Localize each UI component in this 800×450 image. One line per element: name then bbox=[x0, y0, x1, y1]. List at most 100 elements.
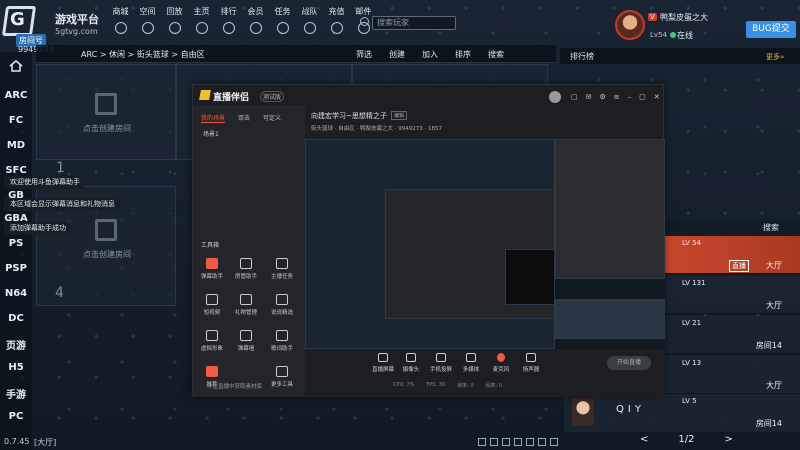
user-level: Lv54 bbox=[650, 31, 667, 39]
scene-item[interactable]: 场景1 bbox=[203, 129, 219, 138]
tool-room-admin[interactable]: 房管助手 bbox=[231, 258, 261, 280]
room-card[interactable]: 点击创建房间 bbox=[36, 64, 176, 160]
sidebar-item-pc[interactable]: PC bbox=[0, 411, 32, 422]
nav-space[interactable]: 空间 bbox=[134, 6, 161, 34]
player-level: LV 54 bbox=[682, 239, 702, 247]
recharge-icon bbox=[330, 22, 343, 34]
list-icon[interactable] bbox=[550, 438, 558, 446]
nav-vip[interactable]: 会员 bbox=[242, 6, 269, 34]
tool-avatar[interactable]: 虚拟形象 bbox=[197, 330, 227, 352]
join-button[interactable]: 加入 bbox=[422, 49, 438, 60]
nav-shop[interactable]: 商城 bbox=[107, 6, 134, 34]
space-icon bbox=[141, 22, 154, 34]
player-location: 大厅 bbox=[766, 381, 782, 390]
status-select[interactable]: 在线 bbox=[677, 30, 693, 41]
sort-button[interactable]: 排序 bbox=[455, 49, 471, 60]
stream-left-panel: 我的场景 双击 可定义 场景1 工具箱 弹幕助手 房管助手 主播任务 短视频 礼… bbox=[193, 105, 305, 397]
start-live-button[interactable]: 开始直播 bbox=[607, 356, 651, 370]
nav-team[interactable]: 战队 bbox=[296, 6, 323, 34]
home-icon[interactable] bbox=[9, 60, 23, 72]
player-row[interactable]: LV 131 大厅 bbox=[664, 276, 800, 314]
search-icon[interactable] bbox=[360, 17, 369, 26]
phone-icon bbox=[436, 353, 446, 362]
tool-gift[interactable]: 礼物管理 bbox=[231, 294, 261, 316]
breadcrumb: ARC > 休闲 > 街头篮球 > 自由区 bbox=[81, 50, 205, 59]
tab-my-scenes[interactable]: 我的场景 bbox=[201, 113, 226, 123]
next-page-button[interactable]: > bbox=[724, 434, 732, 445]
sidebar-item-sfc[interactable]: SFC bbox=[0, 165, 32, 176]
emoji-icon[interactable] bbox=[478, 438, 486, 446]
filter-button[interactable]: 筛选 bbox=[356, 49, 372, 60]
toolbox-title: 工具箱 bbox=[201, 242, 220, 249]
sidebar-item-dc[interactable]: DC bbox=[0, 313, 32, 324]
rank-icon bbox=[222, 22, 235, 34]
expand-icon[interactable] bbox=[538, 438, 546, 446]
close-icon[interactable]: ✕ bbox=[654, 93, 660, 101]
player-row[interactable]: LV 21 房间14 bbox=[664, 316, 800, 354]
message-icon[interactable]: ✉ bbox=[586, 93, 592, 101]
tool-lyrics[interactable]: 歌词助手 bbox=[267, 330, 297, 352]
maximize-icon[interactable]: ▢ bbox=[639, 93, 646, 101]
task-icon bbox=[276, 22, 289, 34]
nav-rank[interactable]: 排行 bbox=[215, 6, 242, 34]
admin-icon bbox=[240, 258, 252, 269]
sidebar-item-arc[interactable]: ARC bbox=[0, 90, 32, 101]
sidebar-item-webgame[interactable]: 页游 bbox=[0, 337, 32, 352]
player-row[interactable]: LV 13 大厅 bbox=[664, 356, 800, 394]
settings-icon[interactable] bbox=[514, 438, 522, 446]
settings-icon[interactable]: ⚙ bbox=[600, 93, 606, 101]
stream-preview[interactable] bbox=[305, 139, 665, 349]
sidebar-item-ps[interactable]: PS bbox=[0, 238, 32, 249]
stream-logo-icon bbox=[199, 90, 211, 100]
search-button[interactable]: 搜索 bbox=[488, 49, 504, 60]
tool-host-task[interactable]: 主播任务 bbox=[267, 258, 297, 280]
player-search-input[interactable]: 搜索玩家 bbox=[372, 16, 456, 30]
vip-icon bbox=[249, 22, 262, 34]
create-button[interactable]: 创建 bbox=[389, 49, 405, 60]
chat-channel-label[interactable]: [大厅] bbox=[34, 437, 56, 448]
image-icon[interactable] bbox=[490, 438, 498, 446]
sidebar-item-n64[interactable]: N64 bbox=[0, 288, 32, 299]
room-number: 1 bbox=[56, 160, 65, 176]
sidebar-item-md[interactable]: MD bbox=[0, 140, 32, 151]
ranking-more-link[interactable]: 更多» bbox=[766, 52, 784, 62]
player-location: 房间14 bbox=[755, 419, 782, 428]
username: 鸭梨皮蛋之大 bbox=[660, 13, 708, 22]
bug-report-button[interactable]: BUG提交 bbox=[746, 21, 796, 38]
system-message: 添加弹幕助手成功 bbox=[4, 222, 72, 235]
tool-danmu-wall[interactable]: 弹幕墙 bbox=[231, 330, 261, 352]
stream-app-title: 直播伴侣 bbox=[213, 93, 250, 103]
tool-more[interactable]: 更多工具 bbox=[267, 366, 297, 388]
nav-task[interactable]: 任务 bbox=[269, 6, 296, 34]
skin-icon[interactable]: ▢ bbox=[571, 93, 578, 101]
tool-picks[interactable]: 说说精选 bbox=[267, 294, 297, 316]
bitrate-stat: 码率: 0 bbox=[485, 383, 503, 389]
preview-layer bbox=[555, 139, 665, 279]
minimize-icon[interactable]: – bbox=[628, 93, 632, 101]
speaker-icon[interactable] bbox=[502, 438, 510, 446]
tool-danmu-helper[interactable]: 弹幕助手 bbox=[197, 258, 227, 280]
menu-icon[interactable]: ≡ bbox=[614, 93, 620, 101]
nav-replay[interactable]: 回放 bbox=[161, 6, 188, 34]
player-row[interactable]: LV 54 直播 大厅 bbox=[664, 236, 800, 274]
tab-custom[interactable]: 可定义 bbox=[263, 113, 281, 123]
stream-avatar[interactable] bbox=[549, 91, 561, 103]
player-location: 房间14 bbox=[755, 341, 782, 350]
sidebar-item-fc[interactable]: FC bbox=[0, 115, 32, 126]
sidebar-item-h5[interactable]: H5 bbox=[0, 362, 32, 373]
nav-recharge[interactable]: 充值 bbox=[323, 6, 350, 34]
sidebar-item-psp[interactable]: PSP bbox=[0, 263, 32, 274]
version-badge: 测试版 bbox=[260, 91, 285, 102]
sidebar-item-mobile[interactable]: 手游 bbox=[0, 386, 32, 401]
nav-home[interactable]: 主页 bbox=[188, 6, 215, 34]
speaker-button[interactable]: 扬声器 bbox=[513, 353, 549, 373]
tab-double[interactable]: 双击 bbox=[238, 113, 250, 123]
prev-page-button[interactable]: < bbox=[640, 434, 648, 445]
player-row[interactable]: QIY LV 5 房间14 bbox=[564, 394, 800, 432]
tool-short-video[interactable]: 短视频 bbox=[197, 294, 227, 316]
user-avatar[interactable] bbox=[615, 10, 645, 40]
edit-title-button[interactable]: 编辑 bbox=[391, 111, 408, 120]
lock-icon[interactable] bbox=[526, 438, 534, 446]
player-search-button[interactable]: 搜索 bbox=[763, 222, 779, 233]
scene-tabs: 我的场景 双击 可定义 bbox=[201, 113, 281, 123]
